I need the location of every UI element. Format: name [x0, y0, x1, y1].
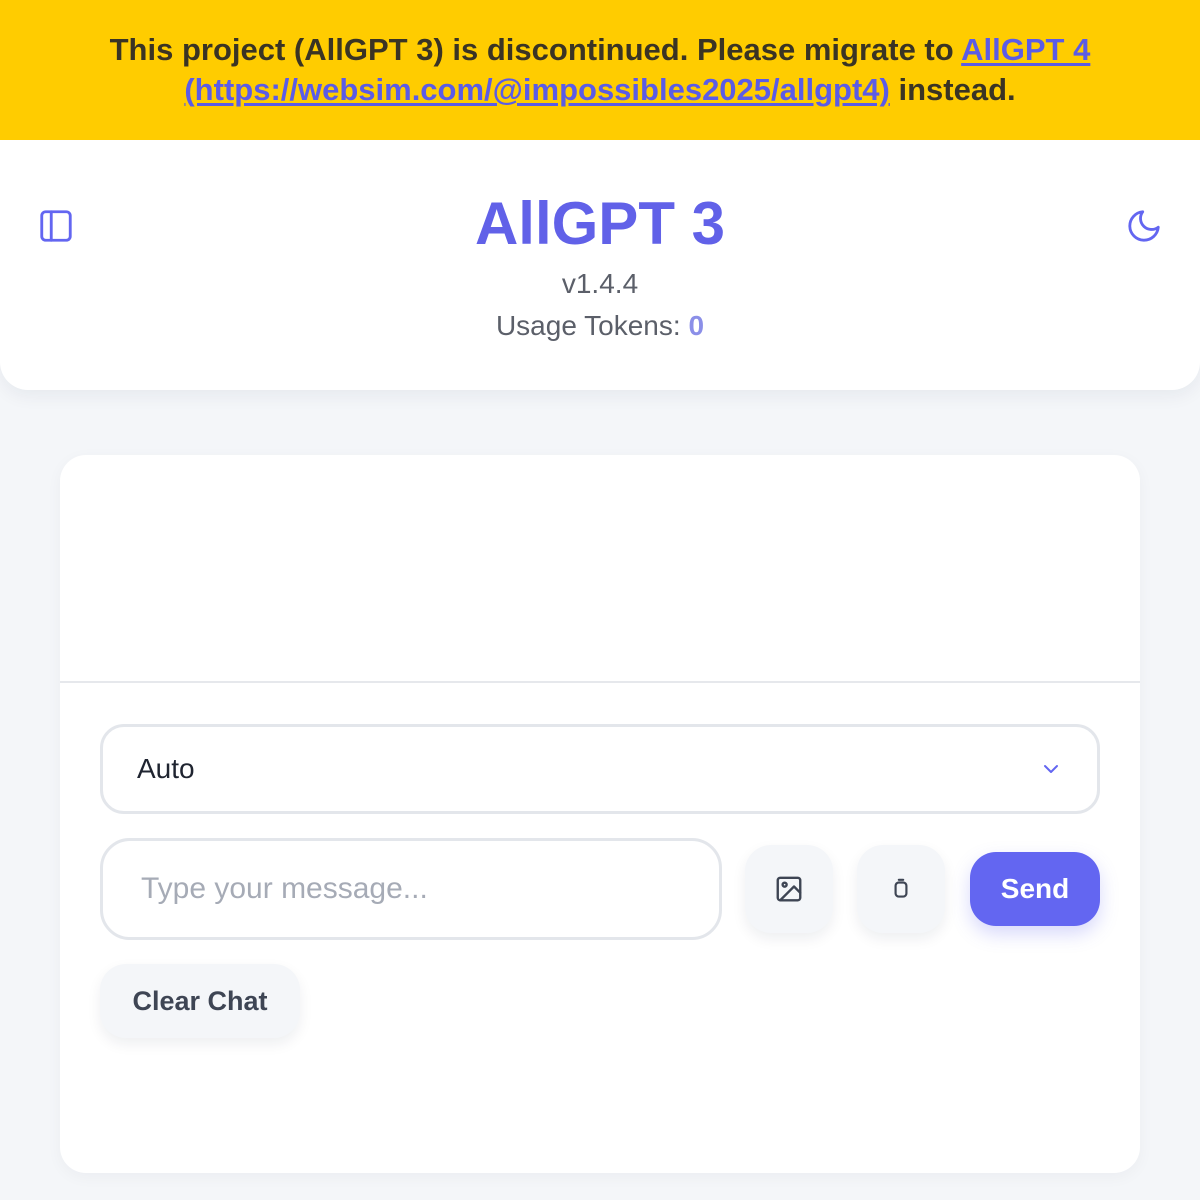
- usage-tokens: Usage Tokens: 0: [0, 308, 1200, 344]
- send-button[interactable]: Send: [970, 852, 1100, 926]
- moon-icon: [1128, 210, 1160, 242]
- banner-message: This project (AllGPT 3) is discontinued.…: [60, 30, 1140, 110]
- message-input[interactable]: [100, 838, 722, 940]
- usage-tokens-count: 0: [688, 310, 705, 341]
- voice-button[interactable]: [857, 845, 945, 933]
- app-header: AllGPT 3 v1.4.4 Usage Tokens: 0: [0, 140, 1200, 390]
- theme-toggle-button[interactable]: [1118, 200, 1170, 252]
- chat-panel: Auto Send Clear Chat: [60, 455, 1140, 1173]
- usage-tokens-label: Usage Tokens:: [495, 310, 689, 341]
- clear-chat-button[interactable]: Clear Chat: [100, 964, 300, 1038]
- image-icon: [776, 876, 802, 902]
- chat-messages-area: [60, 455, 1140, 683]
- model-select[interactable]: Auto: [100, 724, 1100, 814]
- voice-icon: [894, 878, 908, 898]
- app-version: v1.4.4: [561, 268, 639, 299]
- banner-text-end: instead.: [889, 72, 1016, 107]
- model-select-value: Auto: [137, 753, 195, 784]
- chevron-down-icon: [1044, 765, 1058, 773]
- page-title: AllGPT 3: [474, 190, 726, 257]
- banner-text: This project (AllGPT 3) is discontinued.…: [109, 32, 962, 67]
- discontinued-banner: This project (AllGPT 3) is discontinued.…: [0, 0, 1200, 140]
- attach-image-button[interactable]: [745, 845, 833, 933]
